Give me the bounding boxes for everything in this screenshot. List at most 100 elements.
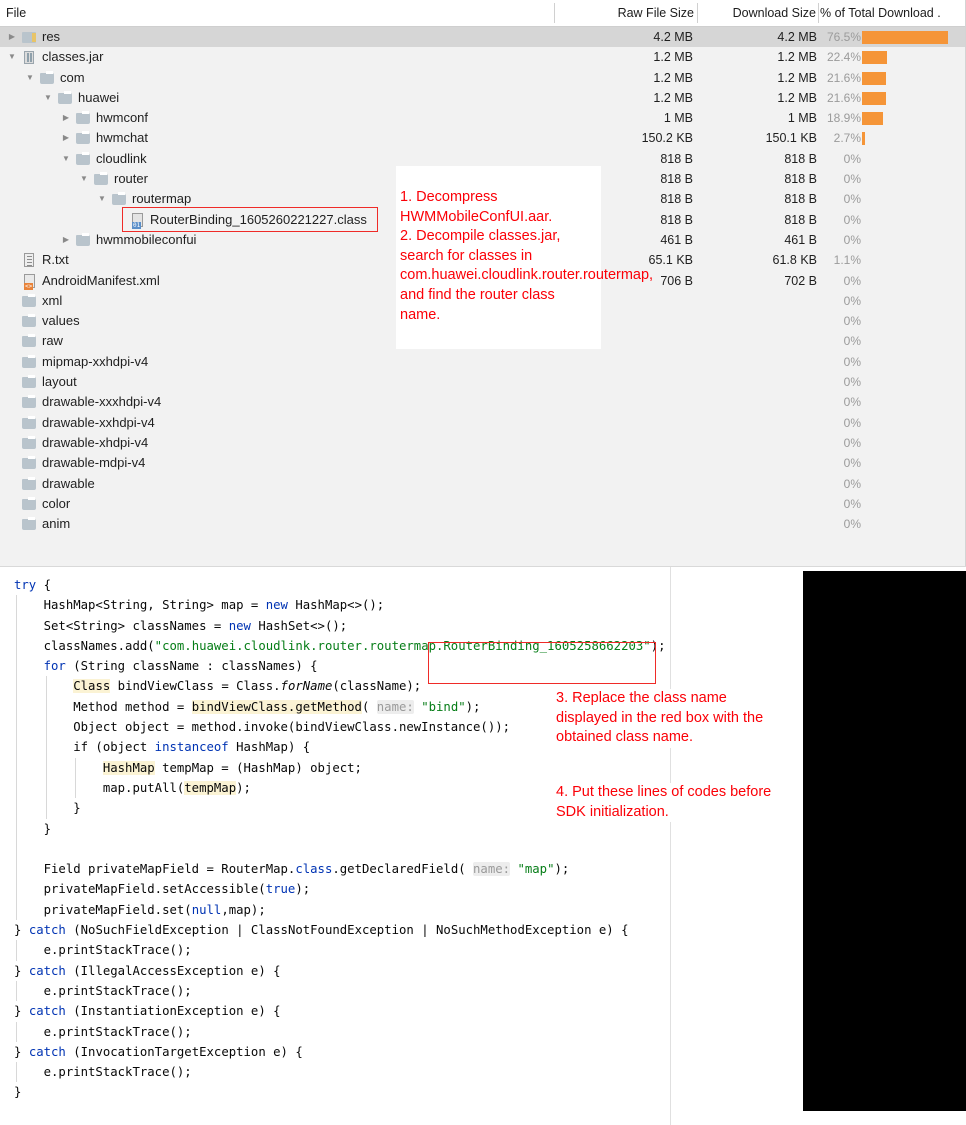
tree-row[interactable]: drawable-xhdpi-v4 0%: [0, 433, 965, 453]
tree-row[interactable]: ▼ classes.jar 1.2 MB 1.2 MB 22.4%: [0, 47, 965, 67]
cell-download-size: 1.2 MB: [777, 50, 817, 65]
cell-raw-file-size: 4.2 MB: [653, 30, 693, 44]
chevron-right-icon[interactable]: ▶: [60, 230, 72, 250]
code-line: [0, 838, 666, 860]
tree-row-label: values: [42, 313, 80, 329]
indent-guide: [16, 798, 17, 819]
folder-icon: [22, 474, 38, 494]
chevron-down-icon[interactable]: ▼: [60, 149, 72, 169]
tree-row[interactable]: layout 0%: [0, 372, 965, 392]
code-line: e.printStackTrace();: [0, 1021, 666, 1042]
cell-pct-total-download: 18.9%: [826, 111, 861, 126]
cell-pct-total-download: 0%: [843, 517, 861, 532]
folder-icon: [22, 453, 38, 473]
indent-guide: [16, 859, 17, 880]
highlight-box-class-file: [122, 207, 378, 232]
cell-pct-total-download: 0%: [843, 456, 861, 471]
tree-row[interactable]: ▼ com 1.2 MB 1.2 MB 21.6%: [0, 68, 965, 88]
indent-guide: [75, 757, 77, 778]
indent-guide: [16, 656, 17, 677]
tree-row[interactable]: anim 0%: [0, 514, 965, 534]
tree-row[interactable]: ▶ hwmchat 150.2 KB 150.1 KB 2.7%: [0, 128, 965, 148]
cell-pct-total-download: 0%: [843, 192, 861, 207]
cell-pct-total-download: 0%: [843, 212, 861, 227]
folder-icon: [94, 169, 110, 189]
chevron-right-icon[interactable]: ▶: [60, 108, 72, 128]
cell-raw-file-size: 818 B: [660, 212, 693, 227]
cell-pct-total-download: 0%: [843, 435, 861, 450]
cell-pct-total-download: 0%: [843, 151, 861, 166]
tree-row-label: hwmmobileconfui: [96, 231, 197, 247]
code-line: e.printStackTrace();: [0, 980, 666, 1002]
column-header-download-size[interactable]: Download Size: [700, 0, 816, 26]
column-divider-2[interactable]: [697, 3, 698, 23]
txt-file-icon: [22, 250, 38, 270]
tree-row-label: hwmconf: [96, 110, 149, 126]
code-line: } catch (InstantiationException e) {: [14, 1004, 281, 1019]
column-divider-3[interactable]: [818, 3, 819, 23]
xml-file-icon: [22, 271, 38, 291]
column-header-raw-file-size[interactable]: Raw File Size: [558, 0, 694, 26]
table-header-row: File Raw File Size Download Size % of To…: [0, 0, 965, 27]
cell-pct-total-download: 0%: [843, 354, 861, 369]
tree-row[interactable]: drawable 0%: [0, 474, 965, 494]
chevron-down-icon[interactable]: ▼: [78, 169, 90, 189]
cell-raw-file-size: 818 B: [660, 192, 693, 207]
tree-row[interactable]: color 0%: [0, 494, 965, 514]
code-line: privateMapField.set(null,map);: [0, 899, 666, 921]
code-line: e.printStackTrace();: [0, 1062, 666, 1083]
chevron-right-icon[interactable]: ▶: [6, 27, 18, 47]
cell-raw-file-size: 1 MB: [663, 111, 693, 126]
tree-row-label: hwmchat: [96, 130, 149, 146]
indent-guide: [16, 757, 17, 778]
indent-guide: [16, 696, 17, 718]
cell-pct-total-download: 0%: [843, 375, 861, 390]
folder-icon: [76, 128, 92, 148]
tree-row[interactable]: ▼ huawei 1.2 MB 1.2 MB 21.6%: [0, 88, 965, 108]
code-line: try {: [14, 578, 52, 592]
folder-icon: [22, 311, 38, 331]
folder-icon: [22, 514, 38, 534]
folder-icon: [76, 230, 92, 250]
cell-pct-total-download: 21.6%: [826, 70, 861, 85]
folder-icon: [22, 413, 38, 433]
indent-guide: [75, 777, 77, 799]
chevron-down-icon[interactable]: ▼: [96, 189, 108, 209]
cell-download-size: 818 B: [784, 212, 817, 227]
tree-row[interactable]: drawable-xxxhdpi-v4 0%: [0, 392, 965, 412]
tree-row[interactable]: mipmap-xxhdpi-v4 0%: [0, 352, 965, 372]
tree-row-label: com: [60, 69, 85, 85]
tree-row[interactable]: ▶ res 4.2 MB 4.2 MB 76.5%: [0, 27, 965, 48]
folder-icon: [40, 68, 56, 88]
cell-raw-file-size: 818 B: [660, 172, 693, 187]
column-divider-1[interactable]: [554, 3, 555, 23]
code-line: HashMap tempMap = (HashMap) object;: [0, 757, 666, 778]
code-line: HashMap<String, String> map = new HashMa…: [0, 595, 666, 616]
chevron-right-icon[interactable]: ▶: [60, 128, 72, 148]
tree-row[interactable]: ▶ hwmconf 1 MB 1 MB 18.9%: [0, 108, 965, 128]
cell-pct-total-download: 0%: [843, 273, 861, 288]
cell-download-size: 1.2 MB: [777, 70, 817, 85]
code-line: } catch (IllegalAccessException e) {: [14, 963, 281, 978]
column-header-file[interactable]: File: [6, 0, 26, 26]
folder-icon: [76, 108, 92, 128]
chevron-down-icon[interactable]: ▼: [42, 88, 54, 108]
cell-pct-total-download: 0%: [843, 496, 861, 511]
indent-guide: [16, 980, 17, 1002]
indent-guide: [16, 676, 17, 697]
download-size-bar: [862, 51, 887, 65]
cell-raw-file-size: 706 B: [660, 273, 693, 288]
tree-row-label: layout: [42, 374, 77, 390]
code-line: } catch (InvocationTargetException e) {: [14, 1044, 303, 1059]
column-header-pct-total-download[interactable]: % of Total Download .: [820, 0, 941, 26]
indent-guide: [16, 818, 17, 839]
folder-icon: [22, 372, 38, 392]
tree-row[interactable]: drawable-mdpi-v4 0%: [0, 453, 965, 473]
code-line: Set<String> classNames = new HashSet<>()…: [0, 615, 666, 636]
cell-download-size: 461 B: [784, 232, 817, 247]
tree-row-label: anim: [42, 516, 71, 532]
chevron-down-icon[interactable]: ▼: [24, 68, 36, 88]
folder-icon: [76, 149, 92, 169]
chevron-down-icon[interactable]: ▼: [6, 47, 18, 67]
tree-row[interactable]: drawable-xxhdpi-v4 0%: [0, 413, 965, 433]
